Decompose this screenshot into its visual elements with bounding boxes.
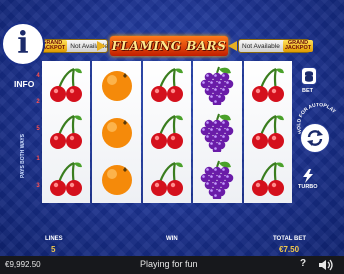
orange-icon [101,164,132,195]
cherry-icon [50,67,83,102]
right-jackpot-status: Not Available [242,42,280,50]
cherry-icon [251,161,284,196]
turbo-button[interactable] [302,169,314,183]
cherry-icon [251,67,284,102]
orange-symbol [92,61,140,108]
cherry-symbol [42,155,90,202]
info-icon: i [1,22,45,66]
cherry-symbol [143,61,191,108]
cherry-icon [151,114,184,149]
cherry-icon [151,161,184,196]
payline-number: 5 [36,126,40,132]
logo-text: FLAMING BARS [111,39,227,53]
payline-indicators: 4 2 5 1 3 [30,61,42,203]
cherry-symbol [143,108,191,155]
orange-symbol [92,155,140,202]
spin-arrows-icon [307,130,323,146]
cherry-symbol [244,61,292,108]
bet-button[interactable] [301,67,317,85]
grape-symbol [193,61,241,108]
payline-number: 3 [36,183,40,189]
payline-number: 2 [36,99,40,105]
turbo-label: TURBO [298,184,318,190]
grape-symbol [193,108,241,155]
grape-icon [201,160,234,199]
right-jackpot-panel: Not Available GRAND JACKPOT [238,39,314,53]
balance: €9,992.50 [5,260,41,269]
pays-both-ways-label: PAYS BOTH WAYS [20,134,26,178]
lines-value: 5 [51,245,56,254]
win-label: WIN [166,236,178,242]
grape-icon [201,66,234,105]
game-logo: FLAMING BARS [110,36,228,56]
lightning-icon [303,169,313,183]
cherry-symbol [244,155,292,202]
cherry-icon [50,161,83,196]
help-button[interactable]: ? [300,258,306,269]
play-mode: Playing for fun [140,259,198,269]
bet-label: BET [302,88,313,94]
total-bet-label: TOTAL BET [273,236,306,242]
orange-symbol [92,108,140,155]
cherry-symbol [143,155,191,202]
coin-stack-icon [305,70,313,82]
status-bar: €9,992.50 Playing for fun ? [0,256,344,274]
reel-3 [142,61,192,203]
reel-grid [42,61,293,203]
orange-icon [101,70,132,101]
cherry-icon [251,114,284,149]
left-arrow-decoration [97,41,106,51]
reel-2 [92,61,141,203]
cherry-symbol [244,108,292,155]
orange-icon [101,117,132,148]
cherry-symbol [42,61,90,108]
cherry-icon [151,67,184,102]
reel-1 [42,61,91,203]
reel-5 [243,61,293,203]
grape-symbol [193,155,241,202]
speaker-icon[interactable] [318,259,334,271]
cherry-symbol [42,108,90,155]
reel-4 [193,61,242,203]
spin-button[interactable] [300,123,330,153]
right-jackpot-tag: GRAND JACKPOT [282,39,314,52]
lines-label: LINES [45,236,63,242]
total-bet-value: €7.50 [279,245,300,254]
payline-number: 1 [36,156,40,162]
grape-icon [201,113,234,152]
cherry-icon [50,114,83,149]
right-arrow-decoration [228,41,237,51]
payline-number: 4 [36,73,40,79]
